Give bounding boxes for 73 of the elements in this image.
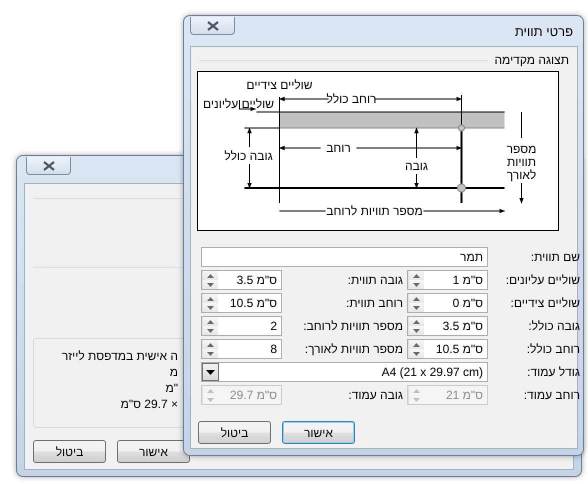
field-label: מספר תוויות לרוחב: bbox=[302, 318, 403, 335]
diagram-label: רוחב כולל bbox=[326, 92, 376, 106]
spin-down-button[interactable] bbox=[409, 303, 424, 312]
dialog-button[interactable]: ביטול bbox=[33, 440, 106, 463]
diagram-label: מספר תוויות לרוחב bbox=[326, 204, 423, 218]
field-label: שוליים עליונים: bbox=[504, 272, 580, 289]
field-label: שוליים צידיים: bbox=[510, 295, 580, 312]
up-arrow-icon bbox=[207, 320, 214, 324]
up-arrow-icon bbox=[413, 342, 420, 346]
spin-down-button[interactable] bbox=[409, 280, 424, 289]
field-label: רוחב עמוד: bbox=[522, 387, 580, 404]
down-arrow-icon bbox=[207, 398, 214, 402]
summary-text: "מ bbox=[165, 381, 178, 395]
down-arrow-icon bbox=[413, 352, 420, 356]
spin-up-button[interactable] bbox=[409, 294, 424, 303]
down-arrow-icon bbox=[413, 282, 420, 286]
summary-text: × 29.7 ס"מ bbox=[120, 397, 178, 411]
spin-up-button[interactable] bbox=[203, 317, 218, 326]
spin-up-button[interactable] bbox=[203, 271, 218, 280]
spin-up-button[interactable] bbox=[409, 271, 424, 280]
close-button[interactable] bbox=[190, 17, 235, 35]
spin-up-button[interactable] bbox=[203, 340, 218, 349]
spin-up-button[interactable] bbox=[203, 294, 218, 303]
dialog-button[interactable]: אישור bbox=[117, 440, 190, 463]
diagram-label: רוחב bbox=[326, 141, 351, 155]
spin-up-button[interactable] bbox=[409, 340, 424, 349]
close-button[interactable] bbox=[26, 157, 71, 175]
down-arrow-icon bbox=[207, 282, 214, 286]
spin-down-button[interactable] bbox=[203, 303, 218, 312]
window-title: פרטי תווית bbox=[514, 24, 573, 39]
diagram-label: שוליים עליונים bbox=[203, 97, 274, 111]
close-icon bbox=[42, 160, 54, 170]
summary-text: מ bbox=[170, 365, 178, 379]
down-arrow-icon bbox=[413, 328, 420, 332]
spin-up-button[interactable] bbox=[409, 317, 424, 326]
down-arrow-icon bbox=[207, 328, 214, 332]
diagram-label: גובה כולל bbox=[224, 149, 273, 163]
down-arrow-icon bbox=[207, 306, 214, 310]
field-label: שם תווית: bbox=[530, 249, 580, 266]
field-label: גובה כולל: bbox=[527, 318, 580, 335]
down-arrow-icon bbox=[413, 306, 420, 310]
up-arrow-icon bbox=[207, 274, 214, 278]
up-arrow-icon bbox=[413, 274, 420, 278]
caret-icon bbox=[206, 370, 215, 374]
close-icon bbox=[206, 20, 218, 30]
spin-down-button[interactable] bbox=[409, 349, 424, 358]
field-label: גובה תווית: bbox=[346, 272, 403, 289]
field-label: גודל עמוד: bbox=[526, 364, 580, 381]
down-arrow-icon bbox=[413, 398, 420, 402]
cancel-button[interactable]: ביטול bbox=[198, 421, 271, 444]
spin-down-button[interactable] bbox=[203, 280, 218, 289]
diagram-label: גובה bbox=[405, 159, 428, 173]
up-arrow-icon bbox=[413, 320, 420, 324]
group-title: תצוגה מקדימה bbox=[494, 53, 569, 67]
up-arrow-icon bbox=[413, 388, 420, 392]
spin-down-button[interactable] bbox=[203, 326, 218, 335]
up-arrow-icon bbox=[207, 388, 214, 392]
diagram-label: מספר תוויות לאורך bbox=[506, 142, 536, 182]
summary-text: ה אישית במדפסת לייזר bbox=[62, 349, 178, 363]
ok-button[interactable]: אישור bbox=[282, 421, 355, 444]
field-label: רוחב כולל: bbox=[526, 341, 580, 358]
spin-down-button[interactable] bbox=[203, 349, 218, 358]
field-label: גובה עמוד: bbox=[347, 387, 403, 404]
up-arrow-icon bbox=[413, 296, 420, 300]
dropdown-button[interactable] bbox=[202, 363, 219, 381]
field-label: מספר תוויות לאורך: bbox=[304, 341, 403, 358]
diagram-label: שוליים צידיים bbox=[246, 78, 313, 92]
down-arrow-icon bbox=[207, 352, 214, 356]
up-arrow-icon bbox=[207, 296, 214, 300]
field-label: רוחב תווית: bbox=[345, 295, 403, 312]
label-name-field[interactable]: תמר bbox=[201, 247, 488, 267]
spin-down-button[interactable] bbox=[409, 326, 424, 335]
up-arrow-icon bbox=[207, 342, 214, 346]
